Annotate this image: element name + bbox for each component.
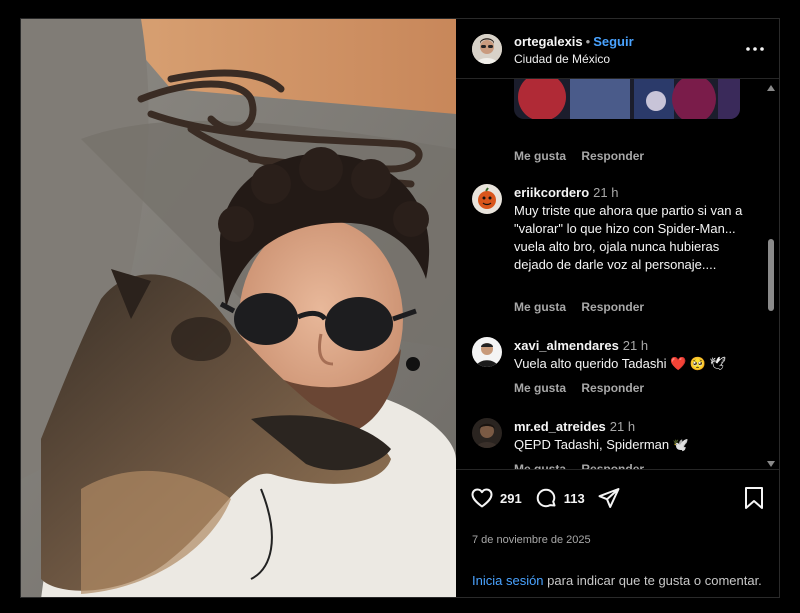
comment-item: eriikcordero 21 h Muy triste que ahora qu…: [472, 184, 762, 294]
comment-like-button[interactable]: Me gusta: [514, 300, 566, 314]
login-prompt-text: para indicar que te gusta o comentar.: [543, 573, 762, 588]
post-modal: ortegalexis • Seguir Ciudad de México Me…: [20, 18, 780, 598]
comment-actions-2: Me gusta Responder: [514, 381, 656, 395]
comment-reply-button[interactable]: Responder: [581, 300, 644, 314]
comment-text: QEPD Tadashi, Spiderman 🕊️: [514, 437, 689, 452]
comments-scrollbar[interactable]: [765, 83, 777, 469]
post-photo[interactable]: [21, 19, 456, 597]
comment-actions-3: Me gusta Responder: [514, 462, 656, 469]
more-horizontal-icon: [746, 47, 764, 51]
likes-count[interactable]: 291: [500, 491, 522, 506]
share-icon[interactable]: [597, 486, 621, 510]
scroll-up-arrow-icon[interactable]: [767, 85, 775, 91]
more-options-button[interactable]: [743, 37, 767, 61]
post-header: ortegalexis • Seguir Ciudad de México: [456, 19, 779, 79]
separator-dot: •: [585, 34, 591, 49]
post-actions: 291 113: [470, 484, 621, 512]
comment-avatar[interactable]: [472, 418, 502, 448]
comment-like-button[interactable]: Me gusta: [514, 149, 566, 163]
author-username[interactable]: ortegalexis: [514, 34, 583, 49]
commenter-avatar-image: [472, 184, 502, 214]
bookmark-icon[interactable]: [743, 486, 765, 510]
comment-actions-1: Me gusta Responder: [514, 300, 656, 314]
comment-body: mr.ed_atreides 21 h QEPD Tadashi, Spiderm…: [514, 418, 754, 454]
comments-count[interactable]: 113: [564, 491, 585, 506]
comment-body: xavi_almendares 21 h Vuela alto querido T…: [514, 337, 754, 373]
comment-reply-button[interactable]: Responder: [581, 462, 644, 469]
commenter-avatar-image: [472, 337, 502, 367]
comment-reply-button[interactable]: Responder: [581, 381, 644, 395]
post-photo-illustration: [21, 19, 456, 597]
follow-button[interactable]: Seguir: [593, 34, 633, 49]
comment-time[interactable]: 21 h: [610, 419, 635, 434]
comment-like-button[interactable]: Me gusta: [514, 381, 566, 395]
comment-item: xavi_almendares 21 h Vuela alto querido T…: [472, 337, 762, 377]
scroll-thumb[interactable]: [768, 239, 774, 311]
login-link[interactable]: Inicia sesión: [472, 573, 544, 588]
login-prompt: Inicia sesión para indicar que te gusta …: [472, 572, 762, 590]
comment-time[interactable]: 21 h: [593, 185, 618, 200]
heart-icon[interactable]: [470, 486, 494, 510]
post-date[interactable]: 7 de noviembre de 2025: [472, 534, 591, 546]
comment-avatar[interactable]: [472, 184, 502, 214]
author-line: ortegalexis • Seguir: [514, 34, 634, 49]
attachment-thumbnail: [514, 79, 740, 119]
comment-like-button[interactable]: Me gusta: [514, 462, 566, 469]
comment-actions-0: Me gusta Responder: [514, 149, 656, 163]
comment-username[interactable]: eriikcordero: [514, 185, 589, 200]
comment-username[interactable]: xavi_almendares: [514, 338, 619, 353]
comment-attachment-image[interactable]: [514, 79, 740, 119]
comment-text: Muy triste que ahora que partio si van a…: [514, 203, 743, 272]
post-footer: 291 113 7 de noviembre de 2025 Inicia se…: [456, 469, 779, 597]
comment-item: mr.ed_atreides 21 h QEPD Tadashi, Spiderm…: [472, 418, 762, 458]
comments-list[interactable]: Me gusta Responder eriikcordero 21 h Muy…: [456, 79, 779, 469]
author-avatar[interactable]: [472, 34, 502, 64]
comment-body: eriikcordero 21 h Muy triste que ahora qu…: [514, 184, 754, 274]
scroll-down-arrow-icon[interactable]: [767, 461, 775, 467]
post-location[interactable]: Ciudad de México: [514, 52, 610, 66]
comment-username[interactable]: mr.ed_atreides: [514, 419, 606, 434]
comment-text: Vuela alto querido Tadashi ❤️ 🥺 🕊: [514, 356, 727, 371]
comment-icon[interactable]: [534, 486, 558, 510]
comment-reply-button[interactable]: Responder: [581, 149, 644, 163]
post-side-panel: ortegalexis • Seguir Ciudad de México Me…: [456, 19, 779, 597]
author-avatar-image: [472, 34, 502, 64]
comment-time[interactable]: 21 h: [623, 338, 648, 353]
commenter-avatar-image: [472, 418, 502, 448]
comment-avatar[interactable]: [472, 337, 502, 367]
